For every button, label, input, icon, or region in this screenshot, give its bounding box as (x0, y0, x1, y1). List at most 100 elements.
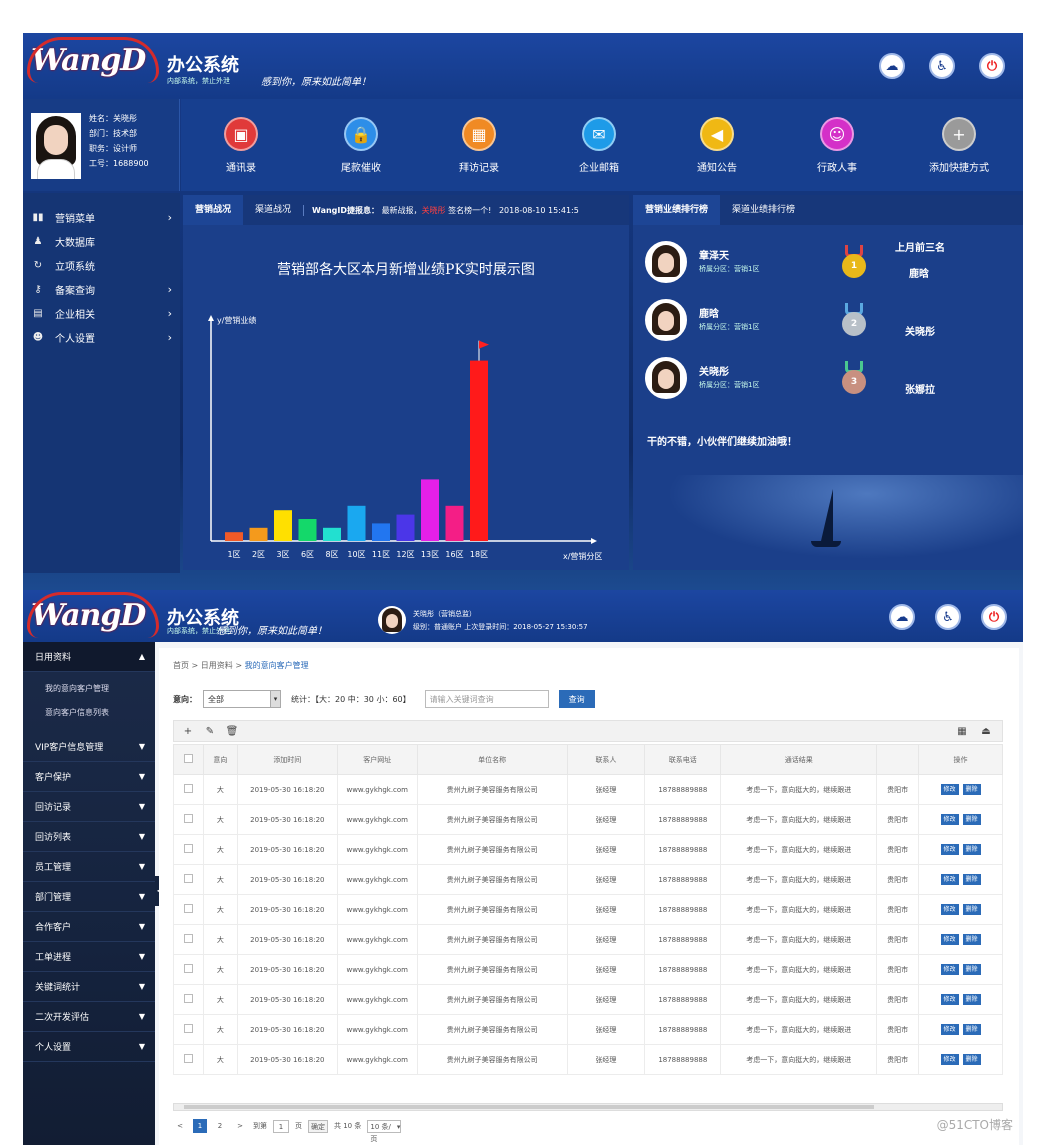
export-icon[interactable]: ⏏ (978, 724, 994, 740)
edit-row-button[interactable]: 修改 (940, 784, 959, 795)
row-select[interactable] (173, 834, 204, 865)
sidebar-item-protection[interactable]: 客户保护 ▼ (23, 762, 155, 792)
edit-row-button[interactable]: 修改 (940, 994, 959, 1005)
delete-row-button[interactable]: 删除 (962, 904, 981, 915)
quick-contacts[interactable]: ▣ 通讯录 (201, 117, 281, 174)
breadcrumb-section[interactable]: 日用资料 (201, 661, 233, 670)
quick-notice[interactable]: ◀ 通知公告 (677, 117, 757, 174)
sidebar-item-daily-data[interactable]: 日用资料 ▲ (23, 642, 155, 672)
delete-row-button[interactable]: 删除 (962, 1054, 981, 1065)
sidebar-item-visit-records[interactable]: 回访记录 ▼ (23, 792, 155, 822)
edit-row-button[interactable]: 修改 (940, 934, 959, 945)
power-icon[interactable]: ⏻ (981, 604, 1007, 630)
edit-row-button[interactable]: 修改 (940, 1024, 959, 1035)
delete-row-button[interactable]: 删除 (962, 814, 981, 825)
quick-collection[interactable]: 🔒 尾款催收 (321, 117, 401, 174)
cloud-icon[interactable]: ☁ (889, 604, 915, 630)
tab-channel-status[interactable]: 渠道战况 (243, 195, 303, 225)
prev-page-button[interactable]: < (173, 1119, 187, 1133)
edit-row-button[interactable]: 修改 (940, 844, 959, 855)
delete-icon[interactable]: 🗑 (224, 724, 240, 740)
sidebar-item-bigdata[interactable]: ♟ 大数据库 (23, 229, 180, 253)
delete-row-button[interactable]: 删除 (962, 934, 981, 945)
search-input[interactable]: 请输入关键词查询 (424, 690, 549, 708)
table-row[interactable]: 大 2019-05-30 16:18:20 www.gykhgk.com 贵州九树子美… (173, 1014, 1003, 1045)
table-row[interactable]: 大 2019-05-30 16:18:20 www.gykhgk.com 贵州九树子美… (173, 864, 1003, 895)
checkbox[interactable] (183, 1054, 193, 1063)
row-select[interactable] (173, 954, 204, 985)
quick-hr[interactable]: ☺ 行政人事 (797, 117, 877, 174)
row-select[interactable] (173, 894, 204, 925)
sidebar-item-filing[interactable]: ⚷ 备案查询 › (23, 277, 180, 301)
row-select[interactable] (173, 1014, 204, 1045)
table-row[interactable]: 大 2019-05-30 16:18:20 www.gykhgk.com 贵州九树子美… (173, 894, 1003, 925)
delete-row-button[interactable]: 删除 (962, 874, 981, 885)
row-select[interactable] (173, 864, 204, 895)
sidebar-item-personal[interactable]: 个人设置 ▼ (23, 1032, 155, 1062)
sidebar-item-intent-list[interactable]: 意向客户信息列表 (23, 700, 155, 724)
edit-row-button[interactable]: 修改 (940, 964, 959, 975)
sidebar-item-marketing[interactable]: ▮▮ 营销菜单 › (23, 205, 180, 229)
select-all-header[interactable] (173, 744, 204, 775)
add-icon[interactable]: + (180, 724, 196, 740)
cloud-icon[interactable]: ☁ (879, 53, 905, 79)
row-select[interactable] (173, 1044, 204, 1075)
row-select[interactable] (173, 804, 204, 835)
user-icon[interactable]: ♿ (929, 53, 955, 79)
row-select[interactable] (173, 774, 204, 805)
delete-row-button[interactable]: 删除 (962, 1024, 981, 1035)
sidebar-item-department[interactable]: 部门管理 ▼ (23, 882, 155, 912)
checkbox[interactable] (183, 784, 193, 793)
edit-row-button[interactable]: 修改 (940, 874, 959, 885)
edit-icon[interactable]: ✎ (202, 724, 218, 740)
search-button[interactable]: 查询 (558, 690, 595, 708)
quick-add-shortcut[interactable]: + 添加快捷方式 (919, 117, 999, 174)
checkbox[interactable] (183, 754, 193, 763)
next-page-button[interactable]: > (233, 1119, 247, 1133)
sidebar-item-my-intent-customers[interactable]: 我的意向客户管理 (23, 676, 155, 700)
checkbox[interactable] (183, 1024, 193, 1033)
table-row[interactable]: 大 2019-05-30 16:18:20 www.gykhgk.com 贵州九树子美… (173, 1044, 1003, 1075)
row-select[interactable] (173, 924, 204, 955)
sidebar-item-staff[interactable]: 员工管理 ▼ (23, 852, 155, 882)
quick-visit-log[interactable]: ▦ 拜访记录 (439, 117, 519, 174)
table-row[interactable]: 大 2019-05-30 16:18:20 www.gykhgk.com 贵州九树子美… (173, 774, 1003, 805)
sidebar-item-partners[interactable]: 合作客户 ▼ (23, 912, 155, 942)
delete-row-button[interactable]: 删除 (962, 784, 981, 795)
sidebar-item-project[interactable]: ↻ 立项系统 (23, 253, 180, 277)
tab-channel-ranking[interactable]: 渠道业绩排行榜 (720, 195, 807, 225)
sidebar-item-vip[interactable]: VIP客户信息管理 ▼ (23, 732, 155, 762)
sidebar-item-workorders[interactable]: 工单进程 ▼ (23, 942, 155, 972)
sidebar-item-personal[interactable]: ☻ 个人设置 › (23, 325, 180, 349)
page-size-select[interactable]: 10 条/页 ▾ (367, 1119, 402, 1143)
sidebar-item-keywords[interactable]: 关键词统计 ▼ (23, 972, 155, 1002)
row-select[interactable] (173, 984, 204, 1015)
sidebar-item-visit-list[interactable]: 回访列表 ▼ (23, 822, 155, 852)
page-number-input[interactable]: 1 (273, 1119, 289, 1133)
horizontal-scrollbar[interactable] (173, 1103, 1003, 1111)
grid-icon[interactable]: ▦ (954, 724, 970, 740)
intent-select[interactable]: 全部 ▾ (203, 690, 281, 708)
user-icon[interactable]: ♿ (935, 604, 961, 630)
quick-mail[interactable]: ✉ 企业邮箱 (559, 117, 639, 174)
table-row[interactable]: 大 2019-05-30 16:18:20 www.gykhgk.com 贵州九树子美… (173, 924, 1003, 955)
breadcrumb-home[interactable]: 首页 (173, 661, 189, 670)
delete-row-button[interactable]: 删除 (962, 964, 981, 975)
table-row[interactable]: 大 2019-05-30 16:18:20 www.gykhgk.com 贵州九树子美… (173, 834, 1003, 865)
table-row[interactable]: 大 2019-05-30 16:18:20 www.gykhgk.com 贵州九树子美… (173, 954, 1003, 985)
sidebar-item-enterprise[interactable]: ▤ 企业相关 › (23, 301, 180, 325)
power-icon[interactable]: ⏻ (979, 53, 1005, 79)
edit-row-button[interactable]: 修改 (940, 1054, 959, 1065)
edit-row-button[interactable]: 修改 (940, 904, 959, 915)
checkbox[interactable] (183, 814, 193, 823)
checkbox[interactable] (183, 994, 193, 1003)
table-row[interactable]: 大 2019-05-30 16:18:20 www.gykhgk.com 贵州九树子美… (173, 984, 1003, 1015)
checkbox[interactable] (183, 844, 193, 853)
delete-row-button[interactable]: 删除 (962, 844, 981, 855)
page-2-button[interactable]: 2 (213, 1119, 227, 1133)
table-row[interactable]: 大 2019-05-30 16:18:20 www.gykhgk.com 贵州九树子美… (173, 804, 1003, 835)
scrollbar-thumb[interactable] (184, 1105, 874, 1109)
checkbox[interactable] (183, 964, 193, 973)
checkbox[interactable] (183, 934, 193, 943)
checkbox[interactable] (183, 874, 193, 883)
